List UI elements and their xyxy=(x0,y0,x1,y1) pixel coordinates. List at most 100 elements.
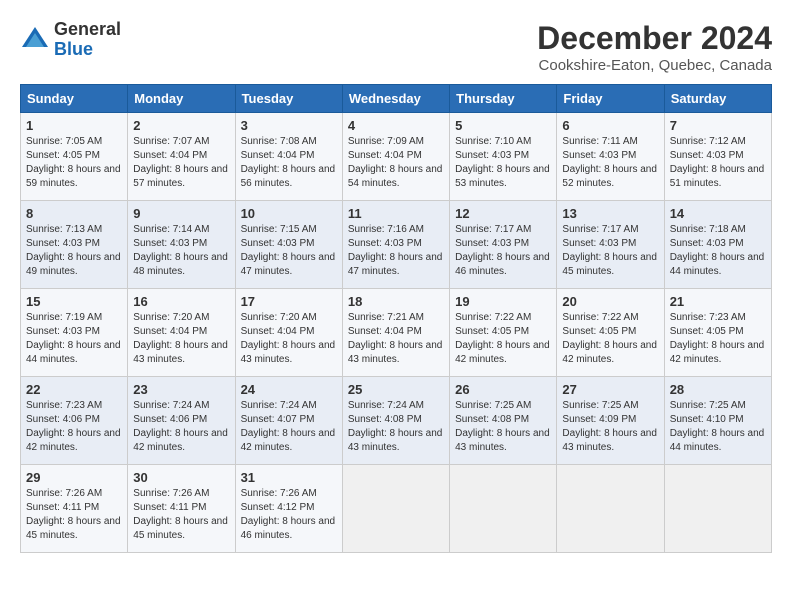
calendar-cell xyxy=(342,465,449,553)
day-number: 24 xyxy=(241,382,337,397)
calendar-cell: 19 Sunrise: 7:22 AM Sunset: 4:05 PM Dayl… xyxy=(450,289,557,377)
sunset-text: Sunset: 4:08 PM xyxy=(455,414,529,425)
day-info: Sunrise: 7:25 AM Sunset: 4:08 PM Dayligh… xyxy=(455,399,551,455)
calendar-cell: 12 Sunrise: 7:17 AM Sunset: 4:03 PM Dayl… xyxy=(450,201,557,289)
header-day: Thursday xyxy=(450,85,557,113)
day-info: Sunrise: 7:20 AM Sunset: 4:04 PM Dayligh… xyxy=(133,311,229,367)
day-info: Sunrise: 7:24 AM Sunset: 4:07 PM Dayligh… xyxy=(241,399,337,455)
calendar-week-row: 8 Sunrise: 7:13 AM Sunset: 4:03 PM Dayli… xyxy=(21,201,772,289)
daylight-text: Daylight: 8 hours and 47 minutes. xyxy=(348,252,443,277)
calendar-cell: 21 Sunrise: 7:23 AM Sunset: 4:05 PM Dayl… xyxy=(664,289,771,377)
day-number: 30 xyxy=(133,470,229,485)
sunset-text: Sunset: 4:03 PM xyxy=(133,238,207,249)
sunrise-text: Sunrise: 7:07 AM xyxy=(133,136,209,147)
sunrise-text: Sunrise: 7:21 AM xyxy=(348,312,424,323)
logo-blue-text: Blue xyxy=(54,39,93,59)
sunset-text: Sunset: 4:08 PM xyxy=(348,414,422,425)
day-number: 1 xyxy=(26,118,122,133)
day-info: Sunrise: 7:23 AM Sunset: 4:05 PM Dayligh… xyxy=(670,311,766,367)
calendar-cell: 25 Sunrise: 7:24 AM Sunset: 4:08 PM Dayl… xyxy=(342,377,449,465)
sunset-text: Sunset: 4:11 PM xyxy=(133,502,206,513)
sunrise-text: Sunrise: 7:24 AM xyxy=(241,400,317,411)
daylight-text: Daylight: 8 hours and 47 minutes. xyxy=(241,252,336,277)
sunset-text: Sunset: 4:03 PM xyxy=(562,238,636,249)
daylight-text: Daylight: 8 hours and 57 minutes. xyxy=(133,164,228,189)
header-day: Wednesday xyxy=(342,85,449,113)
sunrise-text: Sunrise: 7:24 AM xyxy=(133,400,209,411)
sunset-text: Sunset: 4:03 PM xyxy=(348,238,422,249)
daylight-text: Daylight: 8 hours and 42 minutes. xyxy=(26,428,121,453)
sunrise-text: Sunrise: 7:16 AM xyxy=(348,224,424,235)
day-number: 14 xyxy=(670,206,766,221)
sunrise-text: Sunrise: 7:14 AM xyxy=(133,224,209,235)
calendar-cell: 16 Sunrise: 7:20 AM Sunset: 4:04 PM Dayl… xyxy=(128,289,235,377)
calendar-cell: 5 Sunrise: 7:10 AM Sunset: 4:03 PM Dayli… xyxy=(450,113,557,201)
day-info: Sunrise: 7:26 AM Sunset: 4:11 PM Dayligh… xyxy=(26,487,122,543)
header-day: Sunday xyxy=(21,85,128,113)
location-text: Cookshire-Eaton, Quebec, Canada xyxy=(537,57,772,74)
sunrise-text: Sunrise: 7:18 AM xyxy=(670,224,746,235)
sunrise-text: Sunrise: 7:22 AM xyxy=(455,312,531,323)
sunset-text: Sunset: 4:03 PM xyxy=(455,150,529,161)
daylight-text: Daylight: 8 hours and 43 minutes. xyxy=(562,428,657,453)
sunset-text: Sunset: 4:04 PM xyxy=(133,326,207,337)
day-info: Sunrise: 7:19 AM Sunset: 4:03 PM Dayligh… xyxy=(26,311,122,367)
calendar-cell: 10 Sunrise: 7:15 AM Sunset: 4:03 PM Dayl… xyxy=(235,201,342,289)
calendar-week-row: 22 Sunrise: 7:23 AM Sunset: 4:06 PM Dayl… xyxy=(21,377,772,465)
calendar-week-row: 29 Sunrise: 7:26 AM Sunset: 4:11 PM Dayl… xyxy=(21,465,772,553)
sunrise-text: Sunrise: 7:20 AM xyxy=(241,312,317,323)
day-info: Sunrise: 7:25 AM Sunset: 4:09 PM Dayligh… xyxy=(562,399,658,455)
daylight-text: Daylight: 8 hours and 44 minutes. xyxy=(670,428,765,453)
daylight-text: Daylight: 8 hours and 44 minutes. xyxy=(670,252,765,277)
sunset-text: Sunset: 4:04 PM xyxy=(348,326,422,337)
day-number: 31 xyxy=(241,470,337,485)
day-info: Sunrise: 7:13 AM Sunset: 4:03 PM Dayligh… xyxy=(26,223,122,279)
day-number: 2 xyxy=(133,118,229,133)
calendar-cell: 14 Sunrise: 7:18 AM Sunset: 4:03 PM Dayl… xyxy=(664,201,771,289)
sunset-text: Sunset: 4:05 PM xyxy=(26,150,100,161)
sunrise-text: Sunrise: 7:23 AM xyxy=(670,312,746,323)
day-info: Sunrise: 7:17 AM Sunset: 4:03 PM Dayligh… xyxy=(455,223,551,279)
daylight-text: Daylight: 8 hours and 51 minutes. xyxy=(670,164,765,189)
day-number: 11 xyxy=(348,206,444,221)
daylight-text: Daylight: 8 hours and 45 minutes. xyxy=(133,516,228,541)
sunrise-text: Sunrise: 7:09 AM xyxy=(348,136,424,147)
calendar-cell: 31 Sunrise: 7:26 AM Sunset: 4:12 PM Dayl… xyxy=(235,465,342,553)
calendar-table: SundayMondayTuesdayWednesdayThursdayFrid… xyxy=(20,84,772,553)
header-day: Saturday xyxy=(664,85,771,113)
daylight-text: Daylight: 8 hours and 42 minutes. xyxy=(455,340,550,365)
sunrise-text: Sunrise: 7:11 AM xyxy=(562,136,637,147)
sunset-text: Sunset: 4:03 PM xyxy=(241,238,315,249)
day-number: 3 xyxy=(241,118,337,133)
daylight-text: Daylight: 8 hours and 42 minutes. xyxy=(241,428,336,453)
day-info: Sunrise: 7:26 AM Sunset: 4:12 PM Dayligh… xyxy=(241,487,337,543)
day-number: 13 xyxy=(562,206,658,221)
day-number: 16 xyxy=(133,294,229,309)
day-info: Sunrise: 7:05 AM Sunset: 4:05 PM Dayligh… xyxy=(26,135,122,191)
day-number: 26 xyxy=(455,382,551,397)
calendar-header: SundayMondayTuesdayWednesdayThursdayFrid… xyxy=(21,85,772,113)
daylight-text: Daylight: 8 hours and 59 minutes. xyxy=(26,164,121,189)
calendar-cell: 2 Sunrise: 7:07 AM Sunset: 4:04 PM Dayli… xyxy=(128,113,235,201)
day-number: 8 xyxy=(26,206,122,221)
daylight-text: Daylight: 8 hours and 43 minutes. xyxy=(241,340,336,365)
sunset-text: Sunset: 4:06 PM xyxy=(133,414,207,425)
calendar-body: 1 Sunrise: 7:05 AM Sunset: 4:05 PM Dayli… xyxy=(21,113,772,553)
day-info: Sunrise: 7:12 AM Sunset: 4:03 PM Dayligh… xyxy=(670,135,766,191)
day-info: Sunrise: 7:11 AM Sunset: 4:03 PM Dayligh… xyxy=(562,135,658,191)
day-info: Sunrise: 7:21 AM Sunset: 4:04 PM Dayligh… xyxy=(348,311,444,367)
day-number: 6 xyxy=(562,118,658,133)
sunrise-text: Sunrise: 7:26 AM xyxy=(133,488,209,499)
daylight-text: Daylight: 8 hours and 48 minutes. xyxy=(133,252,228,277)
day-number: 22 xyxy=(26,382,122,397)
calendar-cell: 7 Sunrise: 7:12 AM Sunset: 4:03 PM Dayli… xyxy=(664,113,771,201)
daylight-text: Daylight: 8 hours and 49 minutes. xyxy=(26,252,121,277)
day-info: Sunrise: 7:24 AM Sunset: 4:06 PM Dayligh… xyxy=(133,399,229,455)
day-info: Sunrise: 7:22 AM Sunset: 4:05 PM Dayligh… xyxy=(562,311,658,367)
day-info: Sunrise: 7:20 AM Sunset: 4:04 PM Dayligh… xyxy=(241,311,337,367)
header-row: SundayMondayTuesdayWednesdayThursdayFrid… xyxy=(21,85,772,113)
sunset-text: Sunset: 4:04 PM xyxy=(348,150,422,161)
calendar-cell xyxy=(557,465,664,553)
sunrise-text: Sunrise: 7:19 AM xyxy=(26,312,102,323)
sunset-text: Sunset: 4:03 PM xyxy=(562,150,636,161)
